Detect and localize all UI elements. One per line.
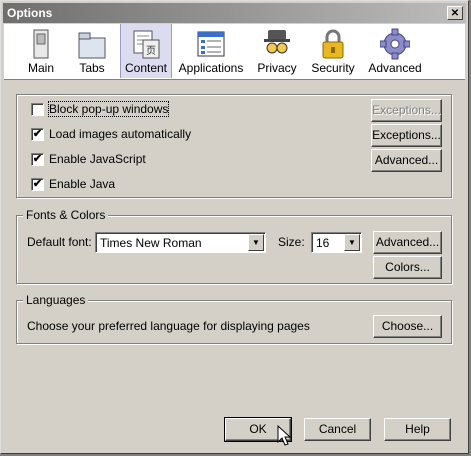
help-button[interactable]: Help [384, 418, 451, 441]
tab-tabs[interactable]: Tabs [70, 24, 114, 78]
options-toolbar: Main Tabs 页 Content Applications Privacy… [4, 24, 465, 80]
enable-javascript-checkbox[interactable]: ✔ [31, 153, 44, 166]
tab-main[interactable]: Main [12, 24, 70, 78]
size-label: Size: [278, 235, 305, 249]
tab-applications-label: Applications [178, 61, 244, 75]
languages-description: Choose your preferred language for displ… [27, 319, 310, 333]
security-lock-icon [322, 29, 344, 59]
advanced-gear-icon [380, 28, 410, 60]
choose-language-button[interactable]: Choose... [373, 315, 442, 338]
options-window: Options ✕ Main Tabs 页 Content Applicatio… [0, 0, 469, 454]
tabs-folder-icon [78, 32, 106, 59]
content-options-group: Block pop-up windows Exceptions... ✔ Loa… [16, 94, 452, 198]
fonts-colors-legend: Fonts & Colors [23, 208, 109, 222]
default-font-select[interactable]: Times New Roman ▼ [95, 232, 266, 253]
load-images-label[interactable]: Load images automatically [49, 127, 191, 141]
tab-main-label: Main [27, 61, 54, 75]
languages-group: Languages Choose your preferred language… [16, 293, 452, 344]
default-font-label: Default font: [27, 235, 92, 249]
mouse-cursor-icon [277, 425, 291, 446]
languages-legend: Languages [23, 293, 89, 307]
privacy-mask-icon [264, 30, 290, 54]
enable-java-checkbox[interactable]: ✔ [31, 178, 44, 191]
enable-javascript-label[interactable]: Enable JavaScript [49, 152, 146, 166]
tab-tabs-label: Tabs [79, 61, 105, 75]
tab-advanced[interactable]: Advanced [364, 24, 426, 78]
font-size-select[interactable]: 16 ▼ [311, 232, 362, 253]
chevron-down-icon[interactable]: ▼ [344, 234, 360, 251]
popup-exceptions-button[interactable]: Exceptions... [371, 99, 442, 122]
svg-text:页: 页 [146, 45, 156, 57]
font-size-value: 16 [316, 236, 330, 250]
tab-content[interactable]: 页 Content [120, 24, 172, 78]
tab-privacy-label: Privacy [257, 61, 297, 75]
tab-applications[interactable]: Applications [176, 24, 246, 78]
tab-content-label: Content [124, 61, 168, 75]
image-exceptions-button[interactable]: Exceptions... [371, 124, 442, 147]
tab-security-label: Security [311, 61, 355, 75]
close-button[interactable]: ✕ [447, 6, 463, 20]
title-bar[interactable]: Options ✕ [3, 3, 466, 23]
main-switch-icon [33, 29, 49, 59]
fonts-colors-group: Fonts & Colors Default font: Times New R… [16, 208, 452, 284]
load-images-checkbox[interactable]: ✔ [31, 128, 44, 141]
tab-security[interactable]: Security [306, 24, 360, 78]
applications-list-icon [197, 31, 225, 57]
enable-java-label[interactable]: Enable Java [49, 177, 115, 191]
javascript-advanced-button[interactable]: Advanced... [371, 149, 442, 172]
default-font-value: Times New Roman [100, 236, 202, 250]
tab-privacy[interactable]: Privacy [252, 24, 302, 78]
window-title: Options [7, 6, 53, 20]
cancel-button[interactable]: Cancel [304, 418, 371, 441]
fonts-advanced-button[interactable]: Advanced... [373, 231, 442, 254]
block-popups-checkbox[interactable] [31, 103, 44, 116]
content-page-icon: 页 [133, 30, 160, 59]
chevron-down-icon[interactable]: ▼ [248, 234, 264, 251]
tab-advanced-label: Advanced [368, 61, 422, 75]
colors-button[interactable]: Colors... [373, 256, 442, 279]
block-popups-label[interactable]: Block pop-up windows [47, 101, 170, 117]
